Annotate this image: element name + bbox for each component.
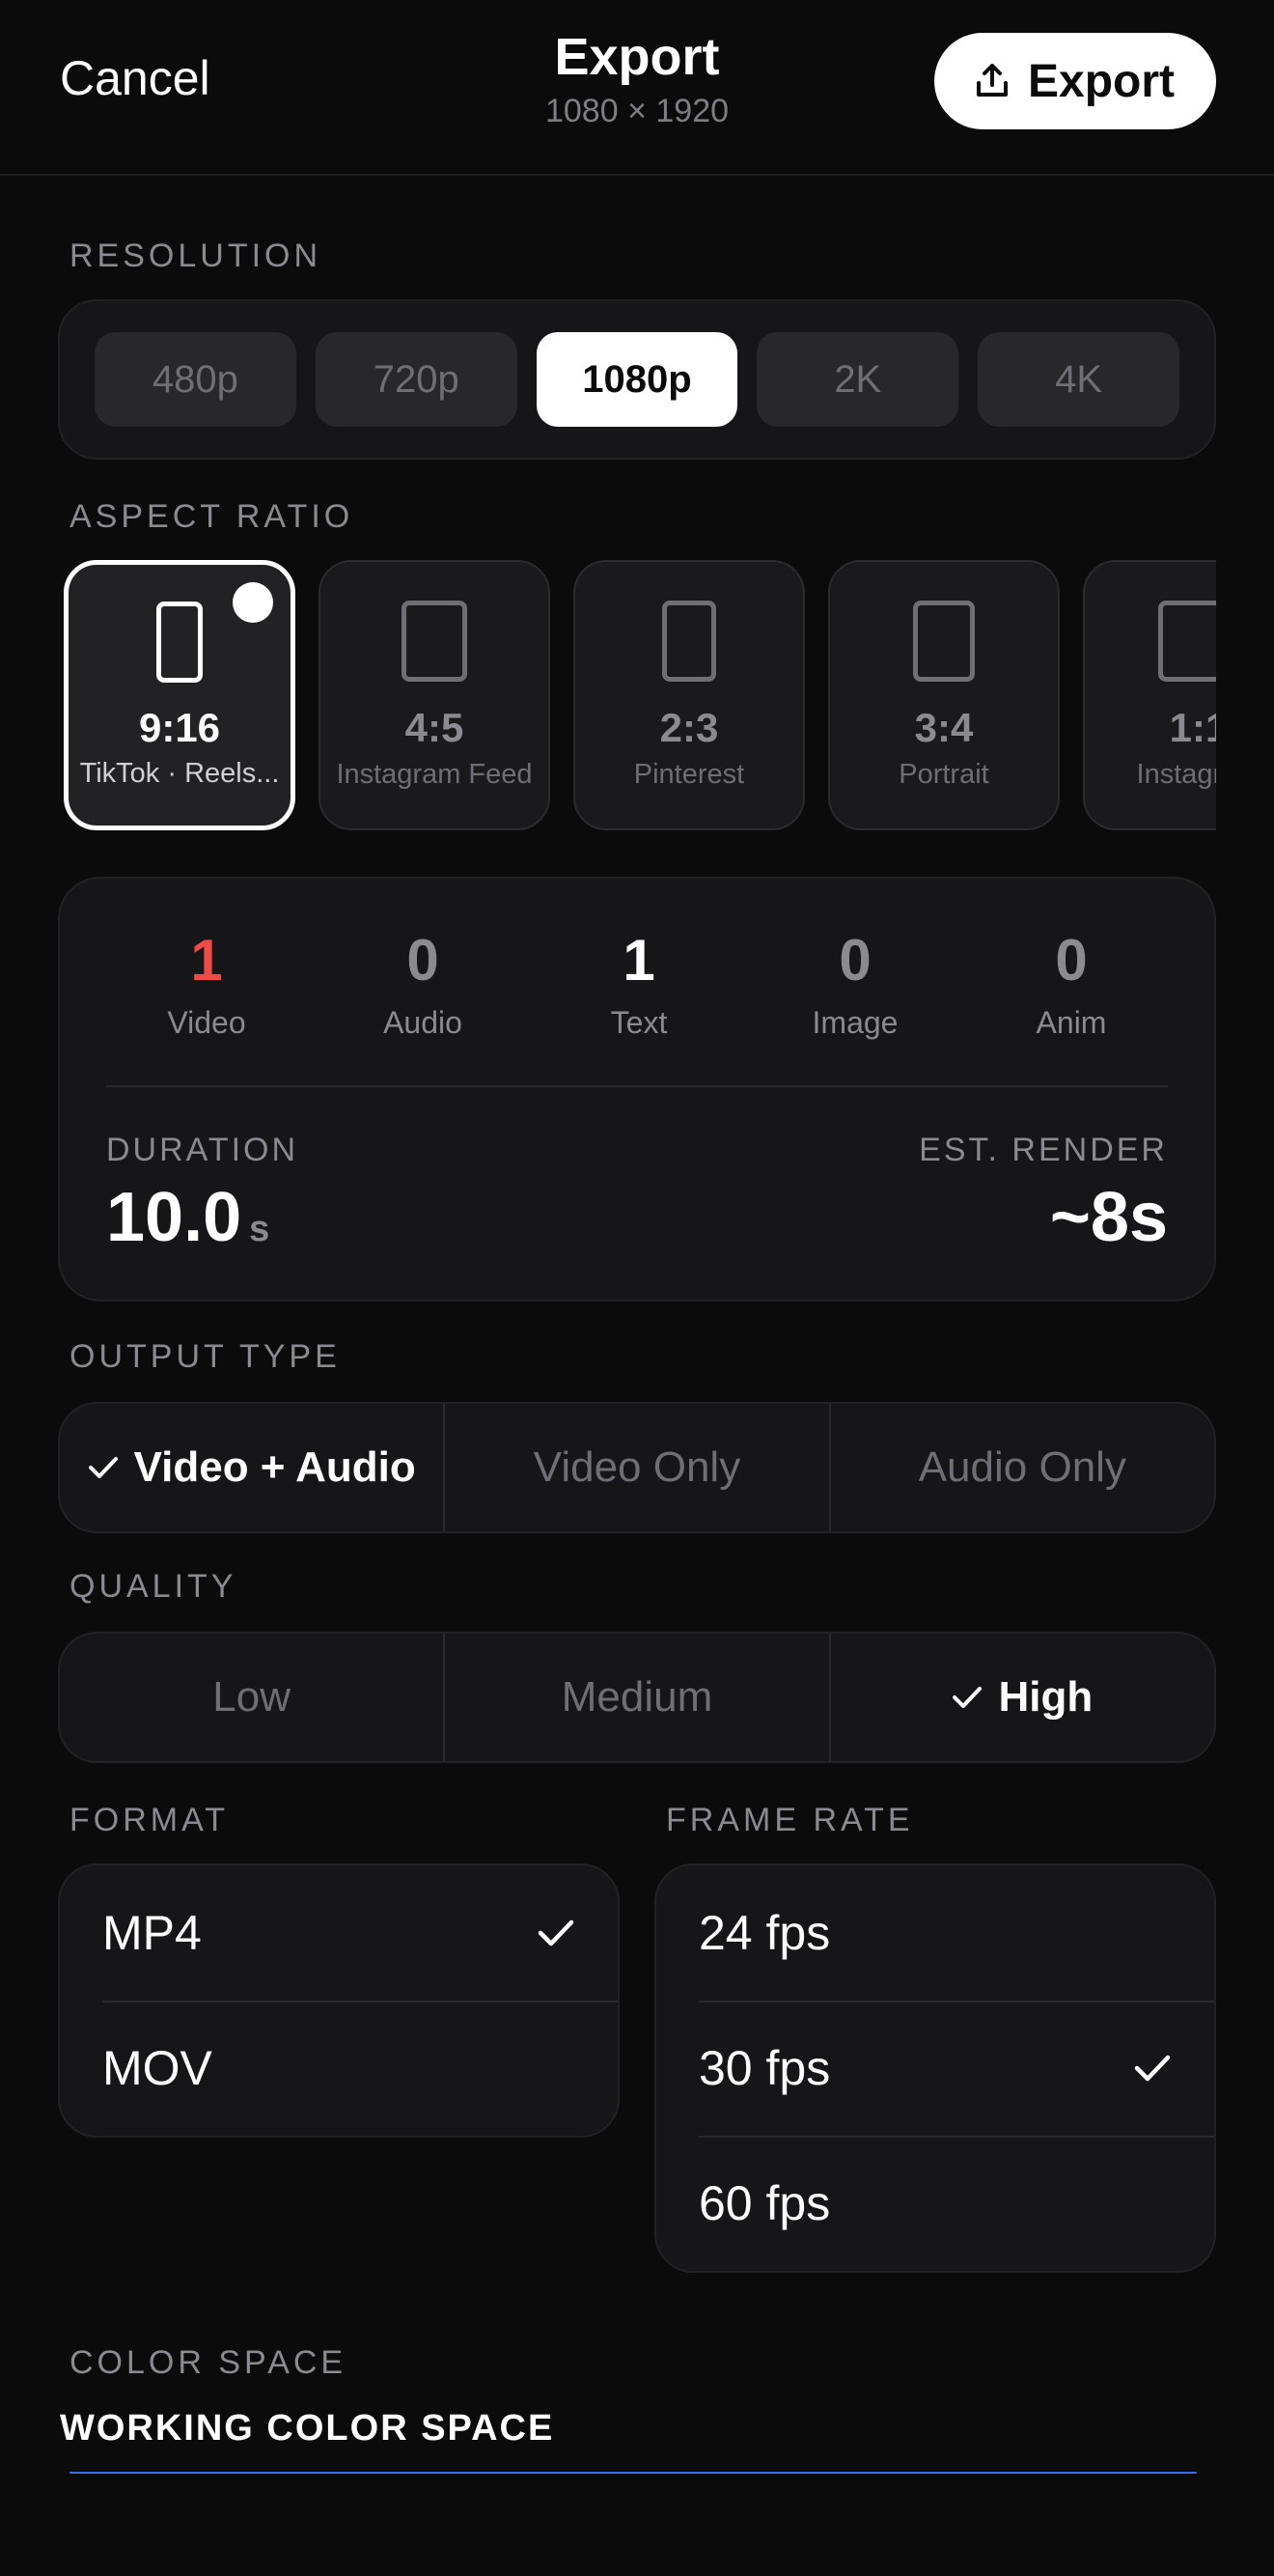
quality-medium[interactable]: Medium bbox=[443, 1634, 828, 1761]
export-button-label: Export bbox=[1027, 55, 1175, 107]
fps-24[interactable]: 24 fps bbox=[656, 1865, 1214, 2001]
checkmark-icon bbox=[538, 1919, 574, 1946]
stat-label: Text bbox=[610, 1005, 668, 1040]
format-mov[interactable]: MOV bbox=[60, 2001, 618, 2136]
checkmark-icon bbox=[88, 1457, 118, 1478]
est-render-value: ~8s bbox=[1049, 1179, 1168, 1256]
segment-label: High bbox=[998, 1673, 1094, 1721]
frame-rate-list: 24 fps 30 fps 60 fps bbox=[654, 1863, 1216, 2273]
checkmark-icon bbox=[1134, 2055, 1171, 2082]
top-bar: Cancel Export 1080 × 1920 Export bbox=[0, 0, 1274, 176]
share-upload-icon bbox=[976, 64, 1008, 97]
duration-label: DURATION bbox=[106, 1132, 299, 1168]
segment-label: Medium bbox=[561, 1673, 713, 1721]
stat-label: Image bbox=[812, 1005, 899, 1040]
stat-value: 1 bbox=[190, 928, 223, 993]
option-label: 60 fps bbox=[699, 2176, 831, 2230]
aspect-ratio-value: 9:16 bbox=[138, 705, 221, 750]
segment-label: Audio Only bbox=[918, 1443, 1126, 1491]
aspect-ratio-value: 3:4 bbox=[914, 705, 974, 750]
stat-value: 0 bbox=[1055, 928, 1088, 993]
format-mp4[interactable]: MP4 bbox=[60, 1865, 618, 2001]
stat-value: 0 bbox=[406, 928, 439, 993]
resolution-720p[interactable]: 720p bbox=[315, 332, 517, 427]
resolution-480p[interactable]: 480p bbox=[95, 332, 296, 427]
color-space-label: COLOR SPACE bbox=[69, 2344, 347, 2381]
aspect-card-4-5[interactable]: 4:5 Instagram Feed bbox=[318, 560, 550, 830]
est-render-label: EST. RENDER bbox=[919, 1132, 1168, 1168]
audio-count: 0 Audio bbox=[315, 927, 531, 1041]
option-label: 24 fps bbox=[699, 1906, 831, 1960]
duration-number: 10.0 bbox=[106, 1179, 242, 1256]
aspect-ratio-description: Portrait bbox=[899, 759, 989, 790]
output-audio-only[interactable]: Audio Only bbox=[828, 1404, 1214, 1531]
aspect-card-9-16[interactable]: 9:16 TikTok · Reels... bbox=[64, 560, 295, 830]
duration-value: 10.0 s bbox=[106, 1178, 269, 1257]
anim-count: 0 Anim bbox=[963, 927, 1179, 1041]
aspect-ratio-carousel[interactable]: 9:16 TikTok · Reels... 4:5 Instagram Fee… bbox=[64, 560, 1216, 830]
segment-label: Video + Audio bbox=[133, 1443, 416, 1491]
resolution-4k[interactable]: 4K bbox=[978, 332, 1179, 427]
frame-icon bbox=[662, 601, 716, 682]
segment-label: Low bbox=[212, 1673, 291, 1721]
quality-low[interactable]: Low bbox=[60, 1634, 443, 1761]
color-space-accent-line bbox=[69, 2472, 1197, 2474]
track-counts: 1 Video 0 Audio 1 Text 0 Image 0 Anim bbox=[98, 927, 1179, 1041]
stat-value: 1 bbox=[623, 928, 655, 993]
output-type-selector: Video + Audio Video Only Audio Only bbox=[58, 1402, 1216, 1533]
aspect-ratio-description: Instagram Feed bbox=[336, 759, 533, 790]
resolution-selector: 480p 720p 1080p 2K 4K bbox=[58, 299, 1216, 460]
quality-high[interactable]: High bbox=[828, 1634, 1214, 1761]
working-color-space-heading: WORKING COLOR SPACE bbox=[60, 2408, 555, 2449]
stat-label: Audio bbox=[383, 1005, 462, 1040]
quality-label: QUALITY bbox=[69, 1568, 237, 1605]
option-label: 30 fps bbox=[699, 2041, 831, 2095]
resolution-label: RESOLUTION bbox=[69, 238, 322, 274]
image-count: 0 Image bbox=[747, 927, 963, 1041]
fps-30[interactable]: 30 fps bbox=[656, 2001, 1214, 2136]
output-video-audio[interactable]: Video + Audio bbox=[60, 1404, 443, 1531]
divider bbox=[106, 1085, 1168, 1087]
video-count: 1 Video bbox=[98, 927, 315, 1041]
segment-label: Video Only bbox=[533, 1443, 741, 1491]
aspect-ratio-value: 1:1 bbox=[1169, 705, 1216, 750]
frame-rate-label: FRAME RATE bbox=[666, 1802, 914, 1838]
aspect-card-1-1[interactable]: 1:1 Instagram bbox=[1083, 560, 1216, 830]
aspect-ratio-description: Instagram bbox=[1136, 759, 1216, 790]
aspect-ratio-value: 4:5 bbox=[404, 705, 464, 750]
stat-label: Video bbox=[167, 1005, 246, 1040]
fps-60[interactable]: 60 fps bbox=[656, 2136, 1214, 2271]
aspect-ratio-description: TikTok · Reels... bbox=[79, 758, 280, 789]
frame-icon bbox=[402, 601, 467, 682]
checkmark-icon bbox=[953, 1687, 983, 1708]
selected-indicator bbox=[233, 582, 273, 623]
text-count: 1 Text bbox=[531, 927, 747, 1041]
quality-selector: Low Medium High bbox=[58, 1632, 1216, 1763]
aspect-card-3-4[interactable]: 3:4 Portrait bbox=[828, 560, 1060, 830]
output-video-only[interactable]: Video Only bbox=[443, 1404, 828, 1531]
option-label: MP4 bbox=[102, 1906, 202, 1960]
format-list: MP4 MOV bbox=[58, 1863, 620, 2138]
output-type-label: OUTPUT TYPE bbox=[69, 1338, 341, 1375]
format-label: FORMAT bbox=[69, 1802, 230, 1838]
aspect-ratio-value: 2:3 bbox=[659, 705, 719, 750]
aspect-card-2-3[interactable]: 2:3 Pinterest bbox=[573, 560, 805, 830]
resolution-1080p[interactable]: 1080p bbox=[536, 332, 738, 427]
timeline-summary-card: 1 Video 0 Audio 1 Text 0 Image 0 Anim DU… bbox=[58, 877, 1216, 1302]
duration-unit: s bbox=[249, 1209, 270, 1249]
cancel-button[interactable]: Cancel bbox=[60, 50, 210, 106]
stat-label: Anim bbox=[1036, 1005, 1107, 1040]
frame-icon bbox=[913, 601, 975, 682]
aspect-ratio-description: Pinterest bbox=[633, 759, 745, 790]
frame-icon bbox=[1158, 601, 1216, 682]
resolution-2k[interactable]: 2K bbox=[757, 332, 959, 427]
stat-value: 0 bbox=[839, 928, 872, 993]
portrait-frame-icon bbox=[156, 602, 203, 683]
export-button[interactable]: Export bbox=[934, 33, 1216, 129]
option-label: MOV bbox=[102, 2041, 212, 2095]
aspect-ratio-label: ASPECT RATIO bbox=[69, 498, 354, 535]
